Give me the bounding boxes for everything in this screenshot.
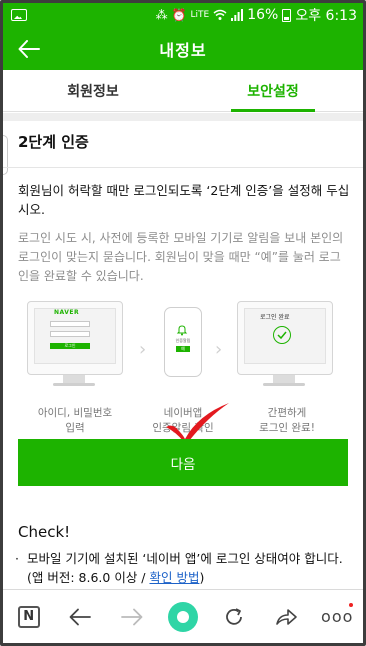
side-handle[interactable] xyxy=(3,135,8,175)
bluetooth-icon: ⁂ xyxy=(155,8,168,22)
section-description: 회원님이 허락할 때만 로그인되도록 ‘2단계 인증’을 설정해 두십시오. xyxy=(18,183,350,217)
login-button-illustration: 로그인 xyxy=(50,343,90,349)
share-button[interactable] xyxy=(266,597,306,637)
browser-bottom-bar: N ooo xyxy=(3,589,363,643)
browser-back-button[interactable] xyxy=(60,597,100,637)
naver-n-button[interactable]: N xyxy=(9,597,49,637)
chevron-right-icon: › xyxy=(215,339,223,360)
home-circle-icon xyxy=(167,601,198,632)
more-icon: ooo xyxy=(321,607,354,626)
browser-home-button[interactable] xyxy=(163,597,203,637)
battery-percent: 16% xyxy=(247,7,279,23)
check-title: Check! xyxy=(18,523,71,541)
illustration-done-monitor: 로그인 완료 xyxy=(237,301,333,375)
back-arrow-icon xyxy=(69,608,92,625)
section-detail: 로그인 시도 시, 사전에 등록한 모바일 기기로 알림을 보내 본인의 로그인… xyxy=(18,231,344,283)
next-button[interactable]: 다음 xyxy=(18,439,348,486)
check-bullet: · 모바일 기기에 설치된 ‘네이버 앱’에 로그인 상태여야 합니다. (앱 버… xyxy=(15,551,343,585)
tab-bar: 회원정보 보안설정 xyxy=(3,70,363,112)
caption-step-3: 간편하게 로그인 완료! xyxy=(259,407,315,434)
more-button[interactable]: ooo xyxy=(317,597,357,637)
alarm-icon: ⏰ xyxy=(171,8,187,22)
check-method-link[interactable]: 확인 방법 xyxy=(149,570,199,585)
app-header: 내정보 xyxy=(3,27,363,70)
password-field-illustration xyxy=(50,331,90,337)
network-type: LiTE xyxy=(190,10,210,20)
tab-member-info[interactable]: 회원정보 xyxy=(3,70,183,111)
gallery-notification-icon xyxy=(11,9,27,21)
naver-n-icon: N xyxy=(17,605,40,628)
chevron-right-icon: › xyxy=(139,339,147,360)
back-button[interactable] xyxy=(13,33,45,65)
monitor-stand xyxy=(273,375,295,383)
monitor-stand xyxy=(63,375,85,383)
red-check-annotation-icon xyxy=(166,403,229,442)
share-icon xyxy=(276,608,297,625)
monitor-icon: NAVER 로그인 xyxy=(27,301,123,375)
illustration-phone: 인증알림 예 xyxy=(164,307,202,377)
battery-icon xyxy=(282,8,292,22)
check-circle-icon xyxy=(273,326,291,344)
forward-arrow-icon xyxy=(120,608,142,625)
status-right: ⁂ ⏰ LiTE 16% 오후 6:13 xyxy=(156,5,357,25)
notification-dot xyxy=(349,602,354,607)
bell-icon xyxy=(176,325,188,336)
section-title: 2단계 인증 xyxy=(18,133,89,151)
caption-step-1: 아이디, 비밀번호 입력 xyxy=(37,407,113,434)
signal-icon xyxy=(231,9,244,21)
phone-yes-button: 예 xyxy=(176,346,190,352)
clock: 오후 6:13 xyxy=(295,8,357,24)
monitor-base xyxy=(53,383,95,386)
wifi-icon xyxy=(213,9,227,20)
tab-security-settings[interactable]: 보안설정 xyxy=(183,70,363,112)
main-content: 2단계 인증 회원님이 허락할 때만 로그인되도록 ‘2단계 인증’을 설정해 … xyxy=(3,121,363,589)
phone-icon: 인증알림 예 xyxy=(164,307,202,377)
status-bar: ⁂ ⏰ LiTE 16% 오후 6:13 xyxy=(3,3,363,27)
naver-logo: NAVER xyxy=(54,309,80,316)
browser-forward-button[interactable] xyxy=(112,597,152,637)
back-arrow-icon xyxy=(18,40,40,58)
illustration-login-monitor: NAVER 로그인 xyxy=(27,301,123,375)
section-gap xyxy=(3,113,363,121)
divider xyxy=(3,167,363,168)
refresh-button[interactable] xyxy=(214,597,254,637)
monitor-icon: 로그인 완료 xyxy=(237,301,333,375)
phone-alert-text: 인증알림 xyxy=(175,338,191,343)
id-field-illustration xyxy=(50,321,90,327)
page-title: 내정보 xyxy=(159,40,207,60)
login-done-label: 로그인 완료 xyxy=(260,314,290,321)
monitor-base xyxy=(263,383,305,386)
refresh-icon xyxy=(226,607,243,625)
